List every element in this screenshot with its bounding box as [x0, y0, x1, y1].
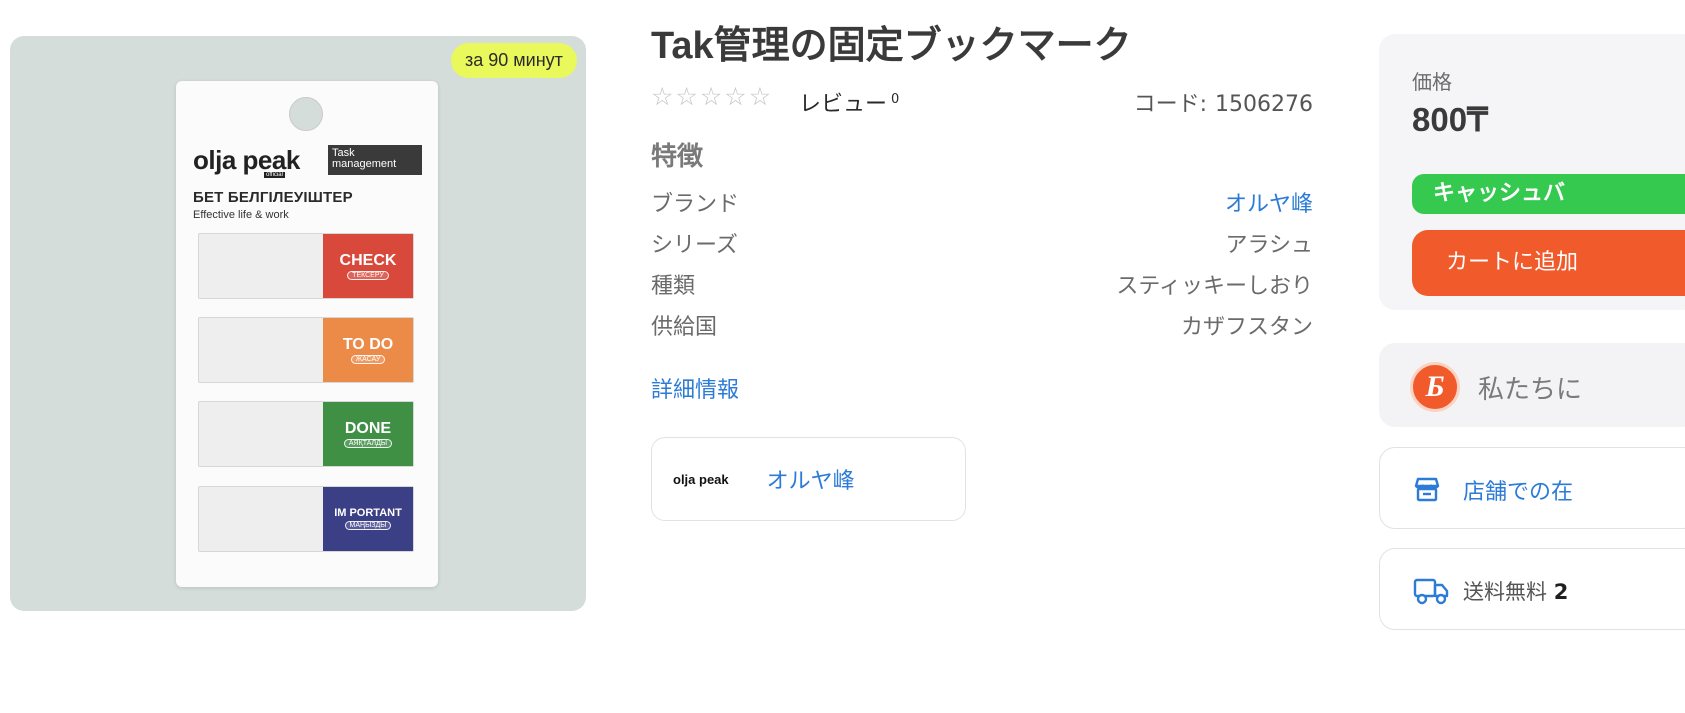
product-code-value: 1506276 [1215, 92, 1313, 117]
package-subtitle: Effective life & work [193, 209, 289, 221]
product-code: コード: 1506276 [1134, 86, 1313, 118]
star-icon: ☆ [724, 82, 747, 111]
shipping-label: 送料無料 [1463, 580, 1547, 604]
store-icon [1414, 477, 1440, 502]
tab-check: CHECK ТЕКСЕРУ [198, 233, 414, 299]
promo-text: 私たちに [1478, 375, 1583, 405]
tab-label: CHECK [339, 251, 397, 269]
tab-sublabel: ЖАСАУ [350, 354, 386, 364]
spec-value: スティッキーしおり [1116, 274, 1313, 299]
add-to-cart-button[interactable]: カートに追加 [1412, 230, 1685, 296]
shipping-text: 送料無料 2 [1463, 576, 1568, 606]
tab-todo: TO DO ЖАСАУ [198, 317, 414, 383]
product-image[interactable]: olja peak official Task management БЕТ Б… [10, 36, 586, 611]
star-icon: ☆ [748, 82, 772, 111]
reviews-link[interactable]: レビュー 0 [799, 86, 899, 118]
reviews-label: レビュー [799, 92, 888, 117]
brand-logo: olja peak [673, 471, 729, 487]
promo-banner[interactable]: Б 私たちに [1379, 343, 1685, 427]
tab-color-block: DONE АЯҚТАЛДЫ [323, 402, 413, 466]
tab-color-block: CHECK ТЕКСЕРУ [323, 234, 413, 298]
spec-list: ブランド オルヤ峰 シリーズ アラシュ 種類 スティッキーしおり 供給国 カザフ… [651, 190, 1313, 354]
product-code-label: コード: [1133, 92, 1208, 117]
more-info-link[interactable]: 詳細情報 [651, 372, 739, 404]
spec-label: 種類 [651, 274, 696, 299]
hang-hole [289, 97, 323, 131]
spec-label: シリーズ [651, 233, 738, 258]
tab-done: DONE АЯҚТАЛДЫ [198, 401, 414, 467]
star-icon: ☆ [651, 82, 674, 111]
spec-row-country: 供給国 カザフスタン [651, 313, 1313, 354]
star-icon: ☆ [699, 82, 723, 111]
brand-card-name: オルヤ峰 [766, 469, 855, 494]
star-icon: ☆ [675, 82, 698, 111]
brand-card[interactable]: olja peak オルヤ峰 [651, 437, 966, 521]
spec-value: カザフスタン [1180, 315, 1313, 340]
buy-panel: 価格 800₸ キャッシュバ カートに追加 [1379, 34, 1685, 310]
delivery-time-badge: за 90 минут [451, 43, 577, 78]
bonus-icon: Б [1410, 362, 1460, 412]
spec-row-brand: ブランド オルヤ峰 [651, 190, 1313, 231]
store-availability-text: 店舗での在 [1463, 480, 1574, 505]
cashback-badge[interactable]: キャッシュバ [1412, 174, 1685, 214]
spec-label: ブランド [651, 192, 740, 217]
tab-important: IM PORTANT МАҢЫЗДЫ [198, 486, 414, 552]
rating-stars[interactable]: ☆ ☆ ☆ ☆ ☆ [651, 84, 771, 110]
tab-sublabel: МАҢЫЗДЫ [344, 521, 392, 530]
price-value: 800₸ [1412, 101, 1489, 138]
package-label-box: Task management [328, 145, 422, 175]
features-heading: 特徴 [651, 142, 704, 172]
package-brand-sub: official [264, 172, 285, 178]
price-label: 価格 [1412, 70, 1452, 94]
tab-label: TO DO [342, 335, 394, 353]
truck-icon [1413, 578, 1449, 605]
store-availability-button[interactable]: 店舗での在 [1379, 447, 1685, 529]
tab-sublabel: АЯҚТАЛДЫ [343, 438, 393, 448]
tab-color-block: IM PORTANT МАҢЫЗДЫ [323, 487, 413, 551]
tab-label: IM PORTANT [334, 507, 402, 519]
product-title: Tak管理の固定ブックマーク [651, 25, 1132, 67]
spec-label: 供給国 [651, 315, 718, 340]
shipping-info: 送料無料 2 [1379, 548, 1685, 630]
spec-row-type: 種類 スティッキーしおり [651, 272, 1313, 313]
reviews-count: 0 [891, 91, 900, 107]
package-photo: olja peak official Task management БЕТ Б… [176, 81, 438, 587]
spec-row-series: シリーズ アラシュ [651, 231, 1313, 272]
tab-label: DONE [344, 419, 392, 437]
package-box-line2: management [332, 158, 397, 170]
tab-color-block: TO DO ЖАСАУ [323, 318, 413, 382]
package-title: БЕТ БЕЛГІЛЕУІШТЕР [193, 189, 353, 206]
spec-value-brand-link[interactable]: オルヤ峰 [1225, 190, 1313, 231]
tab-sublabel: ТЕКСЕРУ [347, 270, 389, 280]
shipping-bold: 2 [1553, 580, 1569, 604]
spec-value: アラシュ [1225, 233, 1313, 258]
